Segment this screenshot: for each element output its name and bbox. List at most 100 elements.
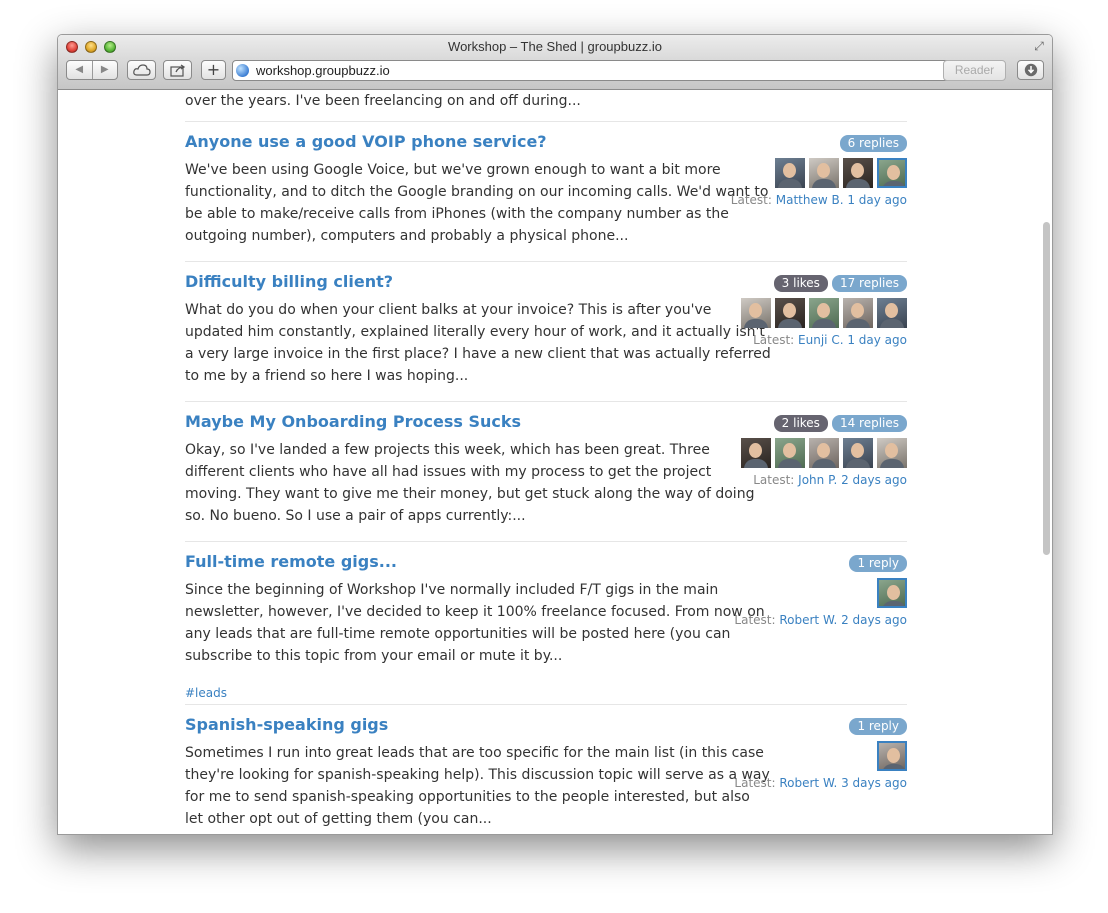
excerpt-line: be able to make/receive calls from iPhon… (185, 206, 729, 222)
likes-badge: 2 likes (773, 415, 828, 432)
avatar[interactable] (877, 438, 907, 468)
topic-title-link[interactable]: Spanish-speaking gigs (185, 715, 388, 734)
excerpt-line: let other opt out of getting them (you c… (185, 811, 492, 827)
avatar-shoulders (812, 179, 836, 188)
replies-badge: 14 replies (831, 415, 907, 432)
avatar[interactable] (877, 158, 907, 188)
forward-button[interactable]: ▶ (91, 61, 118, 79)
window-title: Workshop – The Shed | groupbuzz.io (448, 39, 662, 54)
avatar[interactable] (809, 298, 839, 328)
icloud-tabs-button[interactable] (127, 60, 156, 80)
avatar[interactable] (843, 158, 873, 188)
avatar[interactable] (877, 578, 907, 608)
avatar-shoulders (744, 459, 768, 468)
excerpt-line: for me to send spanish-speaking opportun… (185, 789, 750, 805)
avatar-shoulders (744, 319, 768, 328)
latest-label: Latest: (753, 333, 799, 347)
latest-user-link[interactable]: Eunji C. (798, 333, 843, 347)
latest-time-link[interactable]: 2 days ago (841, 613, 907, 627)
fullscreen-icon[interactable]: ⤢ (1032, 39, 1046, 53)
participant-avatars (741, 298, 907, 328)
excerpt-line: Sometimes I run into great leads that ar… (185, 745, 764, 761)
excerpt-line: Okay, so I've landed a few projects this… (185, 442, 710, 458)
latest-time-link[interactable]: 3 days ago (841, 776, 907, 790)
avatar-shoulders (778, 459, 802, 468)
latest-user-link[interactable]: John P. (798, 473, 837, 487)
replies-badge: 1 reply (849, 555, 907, 572)
avatar[interactable] (809, 438, 839, 468)
avatar[interactable] (775, 438, 805, 468)
avatar-shoulders (846, 319, 870, 328)
topic-row: Anyone use a good VOIP phone service? We'… (185, 121, 907, 262)
cloud-icon (132, 64, 151, 76)
replies-badge: 6 replies (839, 135, 907, 152)
topic-title-link[interactable]: Maybe My Onboarding Process Sucks (185, 412, 521, 431)
latest-time-link[interactable]: 1 day ago (847, 333, 907, 347)
avatar[interactable] (741, 298, 771, 328)
avatar[interactable] (843, 298, 873, 328)
avatar[interactable] (877, 741, 907, 771)
topic-badges: 1 reply (849, 555, 907, 572)
topic-excerpt: Okay, so I've landed a few projects this… (185, 439, 755, 527)
avatar-face (851, 163, 864, 178)
avatar-face (817, 303, 830, 318)
avatar-shoulders (812, 319, 836, 328)
share-button[interactable] (163, 60, 192, 80)
topic-excerpt: What do you do when your client balks at… (185, 299, 771, 387)
topic-title-link[interactable]: Difficulty billing client? (185, 272, 393, 291)
participant-avatars (775, 158, 907, 188)
avatar[interactable] (843, 438, 873, 468)
avatar-face (749, 303, 762, 318)
avatar-face (783, 163, 796, 178)
latest-time-link[interactable]: 1 day ago (847, 193, 907, 207)
likes-badge: 3 likes (773, 275, 828, 292)
globe-icon (236, 64, 249, 77)
previous-topic-snippet: over the years. I've been freelancing on… (185, 93, 581, 109)
topic-row: Full-time remote gigs... Since the beginn… (185, 541, 907, 705)
excerpt-line: to me by a friend so here I was hoping..… (185, 368, 469, 384)
topic-excerpt: Since the beginning of Workshop I've nor… (185, 579, 765, 667)
avatar[interactable] (775, 158, 805, 188)
excerpt-line: a very large invoice in the first place?… (185, 346, 771, 362)
avatar-face (783, 303, 796, 318)
excerpt-line: moving. They want to give me their money… (185, 486, 755, 502)
excerpt-line: different clients who have all had issue… (185, 464, 712, 480)
avatar-face (887, 165, 900, 180)
topic-badges: 3 likes 17 replies (773, 275, 907, 292)
avatar[interactable] (809, 158, 839, 188)
avatar[interactable] (775, 298, 805, 328)
excerpt-line: updated him constantly, explained litera… (185, 324, 765, 340)
topic-title-link[interactable]: Anyone use a good VOIP phone service? (185, 132, 547, 151)
new-tab-button[interactable]: + (201, 60, 226, 80)
avatar[interactable] (741, 438, 771, 468)
url-text: workshop.groupbuzz.io (256, 63, 390, 78)
avatar[interactable] (877, 298, 907, 328)
back-button[interactable]: ◀ (67, 61, 92, 79)
avatar-shoulders (882, 601, 905, 606)
avatar-shoulders (846, 459, 870, 468)
latest-user-link[interactable]: Robert W. (779, 776, 837, 790)
participant-avatars (877, 741, 907, 771)
back-forward-buttons: ◀ ▶ (66, 60, 118, 80)
address-bar[interactable]: workshop.groupbuzz.io ↻ (232, 60, 997, 81)
topic-row: Spanish-speaking gigs Sometimes I run int… (185, 704, 907, 834)
replies-badge: 17 replies (831, 275, 907, 292)
avatar-shoulders (812, 459, 836, 468)
excerpt-line: Since the beginning of Workshop I've nor… (185, 582, 719, 598)
share-icon (169, 63, 185, 77)
reader-button[interactable]: Reader (943, 60, 1006, 81)
excerpt-line: outgoing number), computers and probably… (185, 228, 629, 244)
topic-tag-link[interactable]: #leads (185, 686, 227, 700)
replies-badge: 1 reply (849, 718, 907, 735)
latest-user-link[interactable]: Matthew B. (776, 193, 844, 207)
downloads-button[interactable] (1017, 60, 1044, 80)
latest-time-link[interactable]: 2 days ago (841, 473, 907, 487)
vertical-scrollbar[interactable] (1043, 222, 1050, 555)
latest-activity: Latest: Robert W. 2 days ago (734, 613, 907, 627)
excerpt-line: newsletter, however, I've decided to kee… (185, 604, 765, 620)
latest-label: Latest: (730, 193, 776, 207)
avatar-face (817, 443, 830, 458)
topic-title-link[interactable]: Full-time remote gigs... (185, 552, 397, 571)
plus-icon: + (206, 60, 221, 79)
latest-user-link[interactable]: Robert W. (779, 613, 837, 627)
